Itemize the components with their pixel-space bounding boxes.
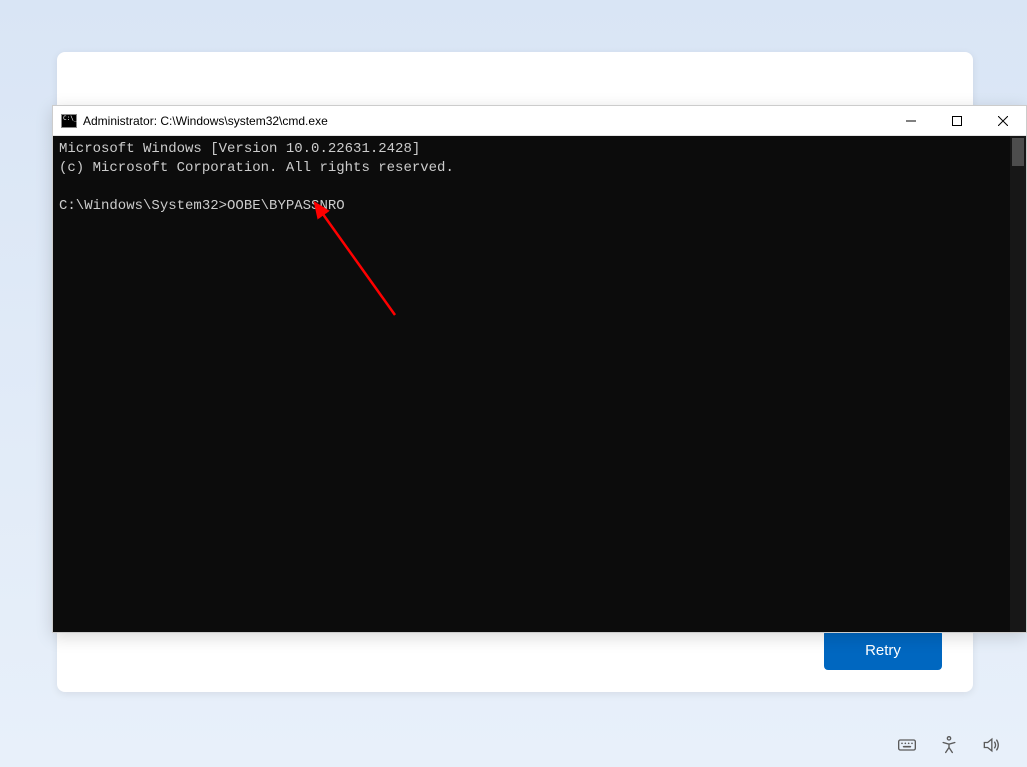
keyboard-icon	[897, 735, 917, 755]
maximize-button[interactable]	[934, 106, 980, 135]
taskbar-tray	[897, 735, 1001, 755]
volume-tray-button[interactable]	[981, 735, 1001, 755]
terminal-prompt: C:\Windows\System32>	[59, 198, 227, 214]
terminal-scrollbar-thumb[interactable]	[1012, 138, 1024, 166]
cmd-window: Administrator: C:\Windows\system32\cmd.e…	[52, 105, 1027, 633]
keyboard-tray-button[interactable]	[897, 735, 917, 755]
close-icon	[998, 116, 1008, 126]
minimize-icon	[906, 116, 916, 126]
terminal-body[interactable]: Microsoft Windows [Version 10.0.22631.24…	[53, 136, 1026, 632]
volume-icon	[981, 735, 1001, 755]
minimize-button[interactable]	[888, 106, 934, 135]
terminal-line-copyright: (c) Microsoft Corporation. All rights re…	[59, 160, 454, 176]
window-controls	[888, 106, 1026, 135]
maximize-icon	[952, 116, 962, 126]
window-title: Administrator: C:\Windows\system32\cmd.e…	[83, 114, 888, 128]
close-button[interactable]	[980, 106, 1026, 135]
terminal-command: OOBE\BYPASSNRO	[227, 198, 345, 214]
accessibility-tray-button[interactable]	[939, 735, 959, 755]
retry-button[interactable]: Retry	[824, 630, 942, 670]
terminal-scrollbar[interactable]	[1010, 136, 1026, 632]
terminal-line-version: Microsoft Windows [Version 10.0.22631.24…	[59, 141, 420, 157]
titlebar[interactable]: Administrator: C:\Windows\system32\cmd.e…	[53, 106, 1026, 136]
accessibility-icon	[939, 735, 959, 755]
cmd-icon	[61, 114, 77, 128]
